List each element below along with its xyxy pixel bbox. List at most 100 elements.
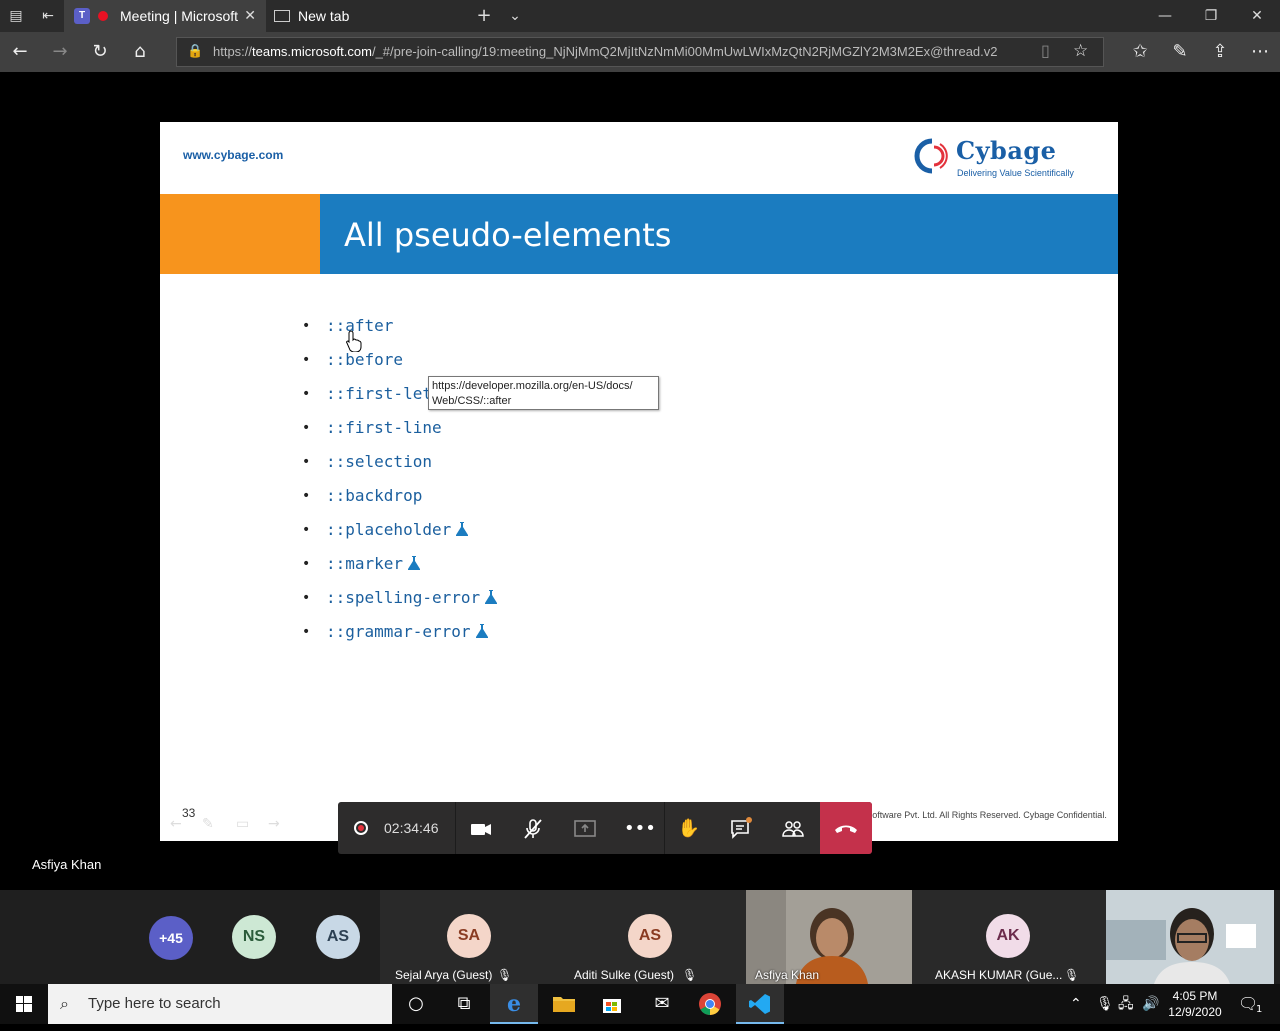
new-tab-plus-icon[interactable]: + <box>474 6 494 26</box>
pen-icon[interactable]: ✎ <box>1168 40 1192 64</box>
hang-up-button[interactable] <box>820 802 872 854</box>
participant-name: Aditi Sulke (Guest) <box>574 968 675 982</box>
restore-icon[interactable]: ❐ <box>1188 0 1234 32</box>
slide-title: All pseudo-elements <box>344 216 672 254</box>
edge-icon[interactable]: e <box>490 984 538 1024</box>
pseudo-element-list: ::after ::before ::first-letter ::first-… <box>300 312 498 652</box>
list-item[interactable]: ::marker <box>300 550 497 584</box>
minimize-icon[interactable]: — <box>1142 0 1188 32</box>
clock-date: 12/9/2020 <box>1168 1005 1222 1019</box>
list-item[interactable]: ::spelling-error <box>300 584 498 618</box>
avatar[interactable]: NS <box>232 915 276 959</box>
overflow-participants-button[interactable]: +45 <box>149 916 193 960</box>
call-control-bar: 02:34:46 ••• ✋ <box>338 802 872 854</box>
favorite-star-icon[interactable]: ☆ <box>1073 41 1088 61</box>
mic-muted-icon: 🎙 <box>682 968 698 982</box>
title-bar-orange <box>160 194 320 274</box>
favorites-icon[interactable]: ✩ <box>1128 40 1152 64</box>
start-button[interactable] <box>0 984 48 1024</box>
url-text: https://teams.microsoft.com/_#/pre-join-… <box>213 44 998 59</box>
teams-icon: T <box>74 8 90 24</box>
pen-tool-icon[interactable]: ✎ <box>202 816 220 832</box>
forward-icon[interactable]: → <box>48 40 72 64</box>
link-tooltip: https://developer.mozilla.org/en-US/docs… <box>428 376 659 410</box>
divider <box>455 802 456 854</box>
vscode-icon[interactable] <box>736 984 784 1024</box>
share-screen-icon[interactable] <box>572 816 598 842</box>
avatar[interactable]: AS <box>316 915 360 959</box>
close-window-icon[interactable]: ✕ <box>1234 0 1280 32</box>
chrome-icon[interactable] <box>686 984 734 1024</box>
mic-muted-icon: 🎙 <box>1064 968 1080 982</box>
tray-chevron-icon[interactable]: ⌃ <box>1070 984 1082 1024</box>
tab-title: Meeting | Microsoft Teams <box>120 8 238 24</box>
list-item[interactable]: ::grammar-error <box>300 618 497 652</box>
list-item[interactable]: ::selection <box>300 448 497 482</box>
cybage-logo: Cybage Delivering Value Scientifically <box>912 136 1102 182</box>
participant-video-tile[interactable]: Asfiya Khan <box>746 890 912 984</box>
back-icon[interactable]: ← <box>8 40 32 64</box>
lock-icon: 🔒 <box>187 44 204 59</box>
task-view-icon[interactable]: ⧉ <box>440 984 488 1024</box>
file-explorer-icon[interactable] <box>540 984 588 1024</box>
mail-icon[interactable]: ✉ <box>638 984 686 1024</box>
home-icon[interactable]: ⌂ <box>128 40 152 64</box>
next-slide-icon[interactable]: → <box>268 816 286 832</box>
new-tab-page-icon <box>274 10 290 22</box>
close-tab-icon[interactable]: ✕ <box>244 0 256 32</box>
raise-hand-icon[interactable]: ✋ <box>676 816 702 842</box>
participant-name: Asfiya Khan <box>755 968 820 982</box>
avatar: AS <box>628 914 672 958</box>
participant-tile[interactable]: SA Sejal Arya (Guest) 🎙 <box>380 890 562 984</box>
list-item[interactable]: ::after <box>300 312 497 346</box>
list-item[interactable]: ::before <box>300 346 497 380</box>
experimental-flask-icon <box>408 556 421 570</box>
tooltip-line: Web/CSS/::after <box>432 395 512 407</box>
divider <box>664 802 665 854</box>
avatar: AK <box>986 914 1030 958</box>
list-item[interactable]: ::backdrop <box>300 482 497 516</box>
list-item[interactable]: ::first-line <box>300 414 497 448</box>
camera-icon[interactable] <box>468 816 494 842</box>
participants-icon[interactable] <box>780 816 806 842</box>
more-actions-icon[interactable]: ••• <box>624 816 656 842</box>
tab-teams-meeting[interactable]: T Meeting | Microsoft Teams ✕ <box>64 0 266 32</box>
set-tabs-aside-icon[interactable]: ⇤ <box>38 6 58 26</box>
participant-tile[interactable]: AK AKASH KUMAR (Gue... 🎙 <box>912 890 1106 984</box>
reading-view-icon[interactable]: ▯ <box>1041 41 1050 60</box>
meeting-stage: www.cybage.com Cybage Delivering Value S… <box>0 72 1280 890</box>
participant-name: AKASH KUMAR (Gue... <box>935 968 1063 982</box>
active-speaker-name: Asfiya Khan <box>32 857 102 872</box>
logo-name: Cybage <box>956 136 1057 165</box>
search-icon: ⌕ <box>60 994 69 1013</box>
slide-menu-icon[interactable]: ▭ <box>236 816 254 832</box>
more-icon[interactable]: ⋯ <box>1248 40 1272 64</box>
tab-list-chevron-icon[interactable]: ⌄ <box>505 6 525 26</box>
tab-new-tab[interactable]: New tab <box>266 0 466 32</box>
share-icon[interactable]: ⇪ <box>1208 40 1232 64</box>
cortana-icon[interactable]: ○ <box>392 984 440 1024</box>
refresh-icon[interactable]: ↻ <box>88 40 112 64</box>
browser-tab-strip: ▤ ⇤ T Meeting | Microsoft Teams ✕ New ta… <box>0 0 1280 32</box>
experimental-flask-icon <box>485 590 498 604</box>
mic-muted-icon: 🎙 <box>497 968 513 982</box>
volume-icon[interactable]: 🔊 <box>1142 984 1159 1024</box>
prev-slide-icon[interactable]: ← <box>170 816 188 832</box>
cybage-logo-mark-icon <box>914 138 948 174</box>
address-bar[interactable]: 🔒 https://teams.microsoft.com/_#/pre-joi… <box>176 37 1104 67</box>
chat-icon[interactable] <box>728 816 754 842</box>
store-icon[interactable] <box>588 984 636 1024</box>
experimental-flask-icon <box>475 624 488 638</box>
system-clock[interactable]: 4:05 PM 12/9/2020 <box>1160 988 1230 1020</box>
tab-actions-icon[interactable]: ▤ <box>6 6 26 26</box>
mic-muted-icon[interactable] <box>520 816 546 842</box>
list-item[interactable]: ::placeholder <box>300 516 497 550</box>
shared-slide: www.cybage.com Cybage Delivering Value S… <box>160 122 1118 841</box>
self-video-tile[interactable] <box>1106 890 1274 984</box>
taskbar-search-box[interactable]: ⌕ Type here to search <box>48 984 392 1024</box>
network-icon[interactable]: 🖧 <box>1118 984 1134 1024</box>
notification-count: 1 <box>1256 1004 1263 1015</box>
participant-tile[interactable]: AS Aditi Sulke (Guest) 🎙 <box>562 890 746 984</box>
avatar: SA <box>447 914 491 958</box>
microphone-tray-icon[interactable]: 🎙 <box>1096 984 1114 1024</box>
